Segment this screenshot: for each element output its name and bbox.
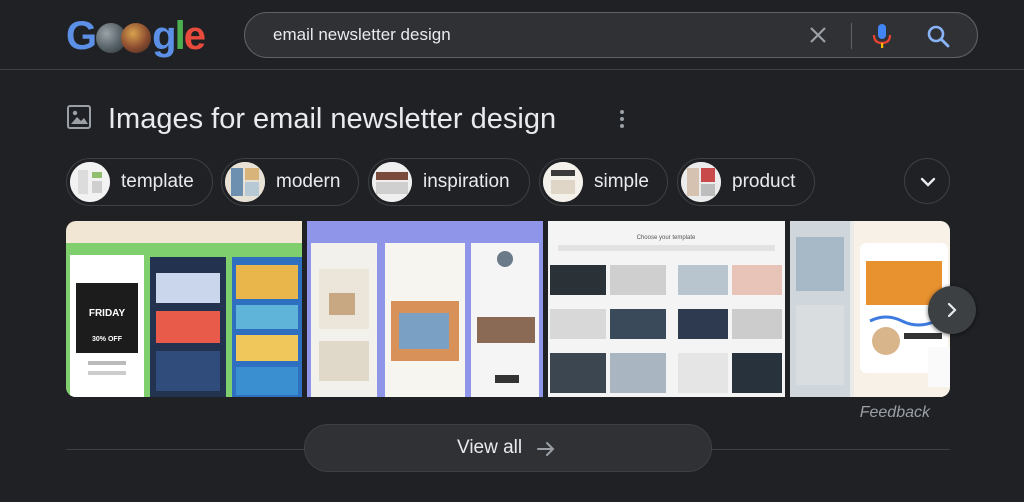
chip-thumbnail xyxy=(543,162,583,202)
chip-inspiration[interactable]: inspiration xyxy=(368,158,530,206)
friday-text: FRIDAY xyxy=(89,308,126,319)
image-icon xyxy=(67,105,91,129)
image-result-2[interactable] xyxy=(307,221,543,397)
image-result-3[interactable]: Choose your template xyxy=(548,221,785,397)
expand-chips-button[interactable] xyxy=(904,158,950,204)
chip-label: template xyxy=(121,171,194,192)
google-logo[interactable]: Ggle xyxy=(66,13,206,59)
image-result-1[interactable]: FRIDAY 30% OFF xyxy=(66,221,302,397)
chip-simple[interactable]: simple xyxy=(539,158,668,206)
view-all-button[interactable]: View all xyxy=(304,424,712,472)
next-images-button[interactable] xyxy=(928,286,976,334)
chip-modern[interactable]: modern xyxy=(221,158,359,206)
view-all-label: View all xyxy=(457,437,523,458)
chevron-right-icon xyxy=(947,302,957,318)
search-input[interactable]: email newsletter design xyxy=(273,13,451,57)
chip-template[interactable]: template xyxy=(66,158,213,206)
chip-product[interactable]: product xyxy=(677,158,815,206)
chip-thumbnail xyxy=(225,162,265,202)
chip-thumbnail xyxy=(681,162,721,202)
more-vert-icon[interactable] xyxy=(612,106,632,132)
search-divider xyxy=(851,23,852,49)
search-icon[interactable] xyxy=(925,23,951,49)
arrow-right-icon xyxy=(537,442,555,456)
header-bar: Ggle email newsletter design xyxy=(0,0,1024,70)
choose-template-text: Choose your template xyxy=(637,235,696,241)
image-result-4[interactable] xyxy=(790,221,950,397)
chip-label: simple xyxy=(594,171,649,192)
chevron-down-icon xyxy=(920,177,936,187)
chip-label: modern xyxy=(276,171,341,192)
chip-thumbnail xyxy=(70,162,110,202)
off-text: 30% OFF xyxy=(92,336,123,343)
search-box[interactable]: email newsletter design xyxy=(244,12,978,58)
images-section-title: Images for email newsletter design xyxy=(108,103,557,135)
chip-thumbnail xyxy=(372,162,412,202)
feedback-link[interactable]: Feedback xyxy=(830,404,930,422)
chip-label: inspiration xyxy=(423,171,510,192)
image-results-strip: FRIDAY 30% OFF Choose your template xyxy=(66,221,950,397)
chip-label: product xyxy=(732,171,796,192)
close-icon[interactable] xyxy=(807,24,829,46)
microphone-icon[interactable] xyxy=(869,22,895,50)
